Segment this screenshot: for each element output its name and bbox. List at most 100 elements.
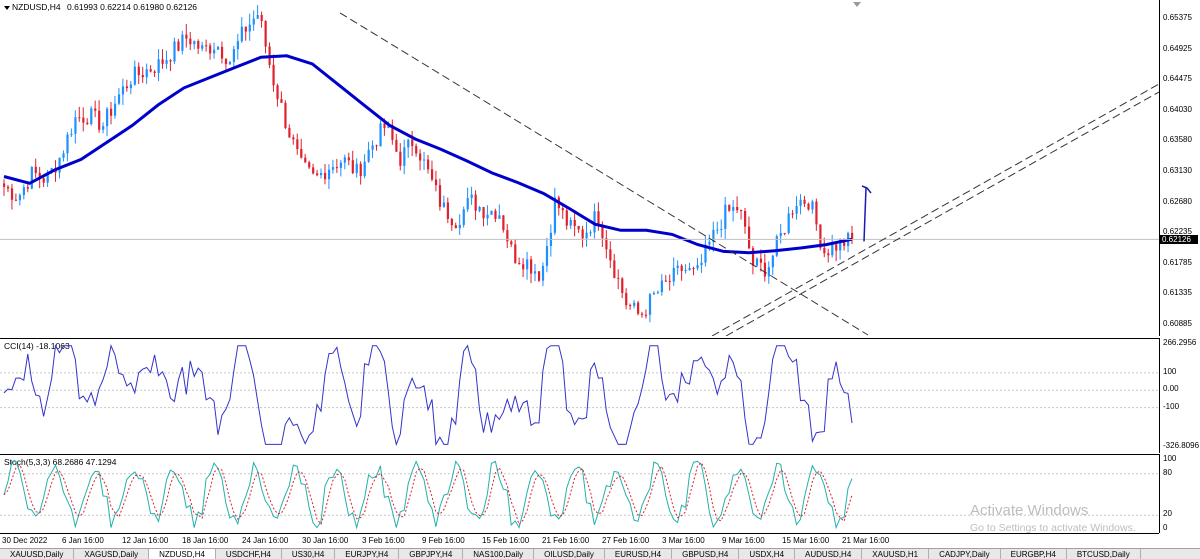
time-tick-label: 3 Mar 16:00 bbox=[662, 536, 705, 545]
candle-body bbox=[236, 41, 239, 50]
candle-body bbox=[791, 213, 794, 215]
candle-body bbox=[458, 224, 461, 229]
candle-body bbox=[637, 302, 640, 314]
candle-body bbox=[363, 161, 366, 177]
candle-body bbox=[450, 218, 453, 226]
candle-body bbox=[193, 41, 196, 45]
candle-body bbox=[545, 246, 549, 266]
candle-body bbox=[530, 259, 533, 274]
candle-body bbox=[129, 84, 133, 89]
cci-tick-label: 100 bbox=[1163, 366, 1177, 376]
candle-body bbox=[446, 202, 450, 219]
candle-body bbox=[224, 58, 228, 65]
candle-body bbox=[736, 207, 739, 211]
candle-body bbox=[518, 262, 521, 265]
candle-body bbox=[272, 64, 275, 86]
candle-body bbox=[664, 280, 667, 282]
candle-body bbox=[676, 265, 679, 268]
candle-body bbox=[359, 163, 362, 177]
activation-watermark: Activate Windows Go to Settings to activ… bbox=[970, 502, 1136, 534]
candle-body bbox=[803, 199, 806, 204]
candle-body bbox=[454, 225, 457, 229]
candle-body bbox=[478, 207, 481, 211]
cci-chart[interactable] bbox=[0, 339, 1159, 453]
candle-body bbox=[106, 108, 109, 127]
candle-body bbox=[66, 134, 69, 154]
candle-body bbox=[304, 157, 307, 163]
candle-body bbox=[474, 194, 477, 211]
candle-body bbox=[640, 313, 644, 315]
candle-body bbox=[153, 71, 156, 73]
time-tick-label: 15 Feb 16:00 bbox=[482, 536, 530, 545]
candle-body bbox=[137, 66, 140, 76]
candle-body bbox=[502, 215, 505, 231]
candle-body bbox=[466, 198, 469, 210]
cci-tick-label: 266.2956 bbox=[1163, 338, 1197, 347]
price-tick-label: 0.61335 bbox=[1163, 288, 1192, 298]
candle-body bbox=[169, 60, 172, 62]
candle-body bbox=[70, 133, 73, 135]
candle-body bbox=[256, 15, 259, 19]
time-tick-label: 3 Feb 16:00 bbox=[362, 536, 405, 545]
candle-body bbox=[252, 18, 255, 25]
candle-body bbox=[121, 86, 125, 95]
watermark-title: Activate Windows bbox=[970, 502, 1089, 519]
candle-body bbox=[672, 267, 675, 282]
candle-body bbox=[18, 195, 22, 201]
candle-body bbox=[6, 186, 10, 189]
candle-body bbox=[490, 210, 493, 215]
cci-pane[interactable]: CCI(14) -18.1063 bbox=[0, 338, 1160, 453]
candle-body bbox=[696, 265, 699, 269]
candle-body bbox=[22, 187, 26, 196]
candle-body bbox=[323, 172, 327, 180]
candle-body bbox=[423, 159, 426, 161]
candle-body bbox=[434, 179, 438, 186]
stoch-tick-label: 0 bbox=[1163, 523, 1168, 532]
cci-tick-label: -326.8096 bbox=[1163, 441, 1200, 450]
chart-tabs[interactable]: XAUUSD,Daily XAGUSD,Daily NZDUSD,H4 USDCHF,… bbox=[0, 548, 1200, 559]
watermark-subtitle: Go to Settings to activate Windows. bbox=[970, 522, 1136, 534]
candle-body bbox=[783, 232, 786, 234]
downtrend-line bbox=[339, 12, 869, 336]
candle-body bbox=[383, 123, 386, 128]
candle-body bbox=[347, 157, 350, 161]
time-tick-label: 30 Jan 16:00 bbox=[302, 536, 349, 545]
candle-body bbox=[173, 41, 176, 62]
candle-body bbox=[26, 187, 29, 189]
candle-body bbox=[625, 292, 628, 306]
candle-body bbox=[379, 123, 382, 147]
candle-body bbox=[109, 108, 113, 116]
candle-body bbox=[522, 264, 525, 270]
candle-body bbox=[644, 314, 648, 316]
candle-body bbox=[331, 167, 335, 170]
candle-body bbox=[763, 262, 767, 277]
candle-body bbox=[430, 169, 434, 180]
price-tick-label: 0.62680 bbox=[1163, 196, 1192, 206]
candle-body bbox=[427, 159, 430, 170]
candle-body bbox=[728, 204, 731, 211]
candle-body bbox=[716, 229, 719, 231]
price-chart[interactable] bbox=[0, 0, 1159, 336]
candle-body bbox=[771, 255, 774, 268]
candle-body bbox=[141, 75, 144, 78]
candle-body bbox=[375, 145, 378, 147]
time-tick-label: 24 Jan 16:00 bbox=[242, 536, 289, 545]
price-tick-label: 0.64030 bbox=[1163, 104, 1192, 114]
candle-body bbox=[102, 126, 105, 130]
candle-body bbox=[185, 34, 188, 39]
price-tick-label: 0.64475 bbox=[1163, 74, 1192, 84]
candle-body bbox=[751, 248, 755, 266]
candle-body bbox=[573, 219, 576, 226]
candle-body bbox=[514, 244, 517, 263]
candle-body bbox=[320, 172, 323, 176]
candle-body bbox=[14, 199, 18, 201]
candle-body bbox=[486, 214, 489, 219]
price-chart-pane[interactable]: NZDUSD,H4 0.61993 0.62214 0.61980 0.6212… bbox=[0, 0, 1160, 336]
candle-body bbox=[831, 244, 834, 256]
stoch-scale: 100 80 20 0 bbox=[1160, 454, 1200, 532]
price-scale[interactable]: 0.65375 0.64925 0.64475 0.64030 0.63580 0.631… bbox=[1160, 0, 1200, 336]
candle-body bbox=[371, 145, 374, 150]
candle-body bbox=[537, 271, 541, 281]
candle-body bbox=[177, 41, 180, 51]
candle-body bbox=[411, 139, 414, 146]
